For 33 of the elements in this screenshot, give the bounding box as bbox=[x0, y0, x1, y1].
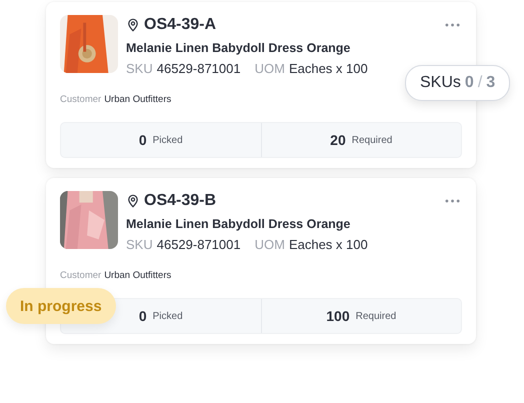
sku-value: 46529-871001 bbox=[156, 61, 241, 76]
location-pin-icon bbox=[126, 194, 140, 208]
skus-separator: / bbox=[478, 74, 482, 92]
customer-name: Urban Outfitters bbox=[104, 94, 172, 105]
product-name: Melanie Linen Babydoll Dress Orange bbox=[126, 41, 352, 55]
sku-label: SKU bbox=[126, 61, 153, 76]
product-name: Melanie Linen Babydoll Dress Orange bbox=[126, 217, 352, 231]
picked-label: Picked bbox=[152, 134, 183, 146]
picked-count: 0 bbox=[138, 132, 147, 148]
skus-total: 3 bbox=[486, 74, 496, 92]
uom-label: UOM bbox=[254, 237, 285, 252]
picked-label: Picked bbox=[152, 310, 183, 322]
uom-label: UOM bbox=[254, 61, 285, 76]
more-icon[interactable] bbox=[445, 199, 460, 203]
location-pin-icon bbox=[126, 18, 140, 32]
picked-count: 0 bbox=[138, 308, 147, 324]
required-count: 20 bbox=[330, 132, 346, 148]
more-icon[interactable] bbox=[445, 23, 460, 27]
customer-label: Customer bbox=[60, 94, 102, 105]
required-label: Required bbox=[356, 310, 396, 322]
location-code: OS4-39-B bbox=[144, 192, 216, 210]
skus-done: 0 bbox=[464, 74, 474, 92]
required-label: Required bbox=[352, 134, 392, 146]
customer-label: Customer bbox=[60, 270, 102, 281]
uom-value: Eaches x 100 bbox=[288, 237, 368, 252]
uom-value: Eaches x 100 bbox=[288, 61, 368, 76]
sku-value: 46529-871001 bbox=[156, 237, 241, 252]
skus-label: SKUs bbox=[420, 74, 461, 92]
customer-name: Urban Outfitters bbox=[104, 270, 172, 281]
required-count: 100 bbox=[326, 308, 350, 324]
location-code: OS4-39-A bbox=[144, 16, 216, 34]
sku-label: SKU bbox=[126, 237, 153, 252]
status-badge: In progress bbox=[6, 288, 116, 324]
